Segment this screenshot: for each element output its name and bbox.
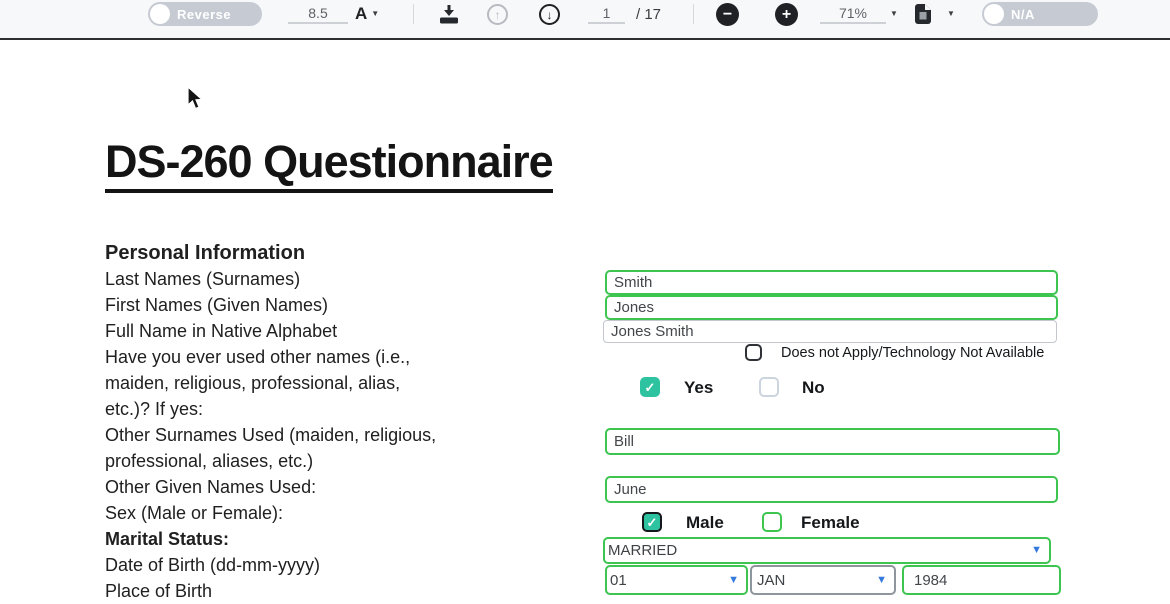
field-label: Place of Birth [105, 578, 575, 604]
does-not-apply-checkbox[interactable] [745, 344, 762, 361]
mouse-pointer-icon [186, 86, 204, 117]
reverse-toggle[interactable]: Reverse [148, 2, 262, 26]
does-not-apply-label: Does not Apply/Technology Not Available [781, 345, 1044, 361]
pdf-page: DS-260 Questionnaire Personal Informatio… [0, 40, 1170, 600]
field-label: Date of Birth (dd-mm-yyyy) [105, 552, 575, 578]
other-surnames-input[interactable] [605, 428, 1060, 455]
page-number-input[interactable]: 1 [588, 4, 625, 24]
check-icon: ✓ [645, 381, 656, 394]
dropdown-caret-icon: ▼ [1031, 545, 1042, 556]
dob-year-input[interactable] [902, 565, 1061, 595]
arrow-down-icon: ↓ [547, 9, 553, 21]
zoom-chevron-down-icon[interactable]: ▼ [890, 10, 898, 18]
na-toggle-label: N/A [1011, 7, 1035, 22]
field-label: maiden, religious, professional, alias, [105, 370, 575, 396]
field-label: professional, aliases, etc.) [105, 448, 575, 474]
marital-status-select[interactable]: MARRIED ▼ [603, 537, 1051, 564]
sex-male-label: Male [686, 513, 724, 533]
native-full-name-input[interactable] [603, 320, 1057, 343]
dob-month-select[interactable]: JAN ▼ [750, 565, 896, 595]
other-names-no-checkbox[interactable] [759, 377, 779, 397]
last-surnames-input[interactable] [605, 270, 1058, 295]
dob-day-value: 01 [610, 572, 627, 589]
other-names-yes-label: Yes [684, 378, 713, 398]
toggle-knob-icon [984, 4, 1004, 24]
document-page-icon [915, 4, 931, 24]
font-size-input[interactable]: 8.5 [288, 4, 348, 24]
field-label: Full Name in Native Alphabet [105, 318, 575, 344]
page-up-button[interactable]: ↑ [487, 4, 508, 25]
given-names-input[interactable] [605, 295, 1058, 320]
page-view-chevron-down-icon[interactable]: ▼ [947, 10, 955, 18]
field-label: etc.)? If yes: [105, 396, 575, 422]
page-down-button[interactable]: ↓ [539, 4, 560, 25]
field-label: Have you ever used other names (i.e., [105, 344, 575, 370]
page-title: DS-260 Questionnaire [105, 136, 553, 193]
field-label: Other Given Names Used: [105, 474, 575, 500]
plus-icon: + [782, 7, 791, 23]
dob-day-select[interactable]: 01 ▼ [605, 565, 748, 595]
toolbar-divider [693, 4, 694, 24]
other-names-no-label: No [802, 378, 825, 398]
toolbar: Reverse 8.5 A ▼ ↑ ↓ 1 / 17 − + 71% ▼ ▼ [0, 0, 1170, 40]
marital-status-value: MARRIED [608, 542, 677, 559]
field-label: Sex (Male or Female): [105, 500, 575, 526]
toggle-knob-icon [150, 4, 170, 24]
check-icon: ✓ [647, 516, 658, 529]
section-heading: Personal Information [105, 240, 575, 266]
sex-female-label: Female [801, 513, 860, 533]
sex-male-checkbox[interactable]: ✓ [642, 512, 662, 532]
other-names-yes-checkbox[interactable]: ✓ [640, 377, 660, 397]
field-label: Last Names (Surnames) [105, 266, 575, 292]
font-style-label: A [355, 4, 367, 24]
toolbar-divider [413, 4, 414, 24]
arrow-up-icon: ↑ [495, 9, 501, 21]
dropdown-caret-icon: ▼ [876, 575, 887, 586]
na-toggle[interactable]: N/A [982, 2, 1098, 26]
page-view-button[interactable] [915, 4, 931, 24]
other-given-names-input[interactable] [605, 476, 1058, 503]
zoom-level-input[interactable]: 71% [820, 4, 886, 24]
dropdown-caret-icon: ▼ [728, 575, 739, 586]
minus-icon: − [723, 7, 732, 23]
chevron-down-icon: ▼ [371, 10, 379, 18]
zoom-out-button[interactable]: − [716, 3, 739, 26]
download-icon [439, 5, 459, 24]
reverse-toggle-label: Reverse [177, 7, 231, 22]
dob-month-value: JAN [757, 572, 785, 589]
field-label: Marital Status: [105, 526, 575, 552]
zoom-in-button[interactable]: + [775, 3, 798, 26]
sex-female-checkbox[interactable] [762, 512, 782, 532]
font-style-button[interactable]: A ▼ [355, 4, 379, 24]
field-label: Other Surnames Used (maiden, religious, [105, 422, 575, 448]
download-button[interactable] [439, 5, 459, 24]
page-count-label: / 17 [636, 6, 661, 23]
form-labels: Personal Information Last Names (Surname… [105, 240, 575, 604]
field-label: First Names (Given Names) [105, 292, 575, 318]
